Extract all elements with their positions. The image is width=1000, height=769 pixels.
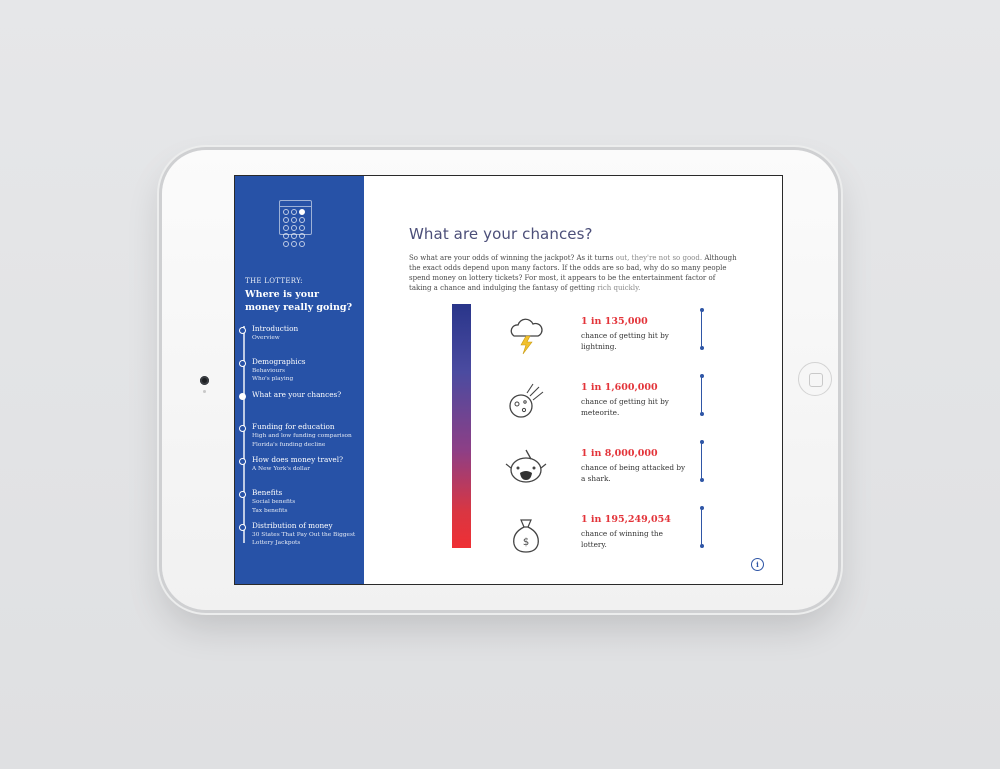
svg-text:$: $	[523, 537, 529, 548]
paragraph-text-muted: rich quickly.	[597, 284, 641, 292]
odds-row-lottery[interactable]: $ 1 in 195,249,054 chance of winning the…	[504, 506, 744, 567]
nav-subitem[interactable]: Who's playing	[252, 375, 293, 383]
nav-label: Funding for education	[252, 422, 335, 431]
light-sensor	[203, 390, 206, 393]
odds-description: chance of being attacked by a shark.	[581, 463, 686, 483]
nav-label: Distribution of money	[252, 521, 333, 530]
timeline-node-active	[239, 393, 246, 400]
paragraph-text-muted: out, they're not so good.	[615, 254, 703, 262]
home-button[interactable]	[798, 362, 832, 396]
odds-indicator	[699, 308, 704, 350]
nav-subitem[interactable]: Florida's funding decline	[252, 441, 325, 449]
timeline-node	[239, 491, 246, 498]
nav-subitem[interactable]: Behaviours	[252, 367, 285, 375]
meteorite-icon	[509, 383, 544, 418]
camera-icon	[200, 376, 209, 385]
nav-subitem[interactable]: Tax benefits	[252, 507, 287, 515]
odds-number: 1 in 8,000,000	[581, 448, 658, 459]
nav-subitem[interactable]: A New York's dollar	[252, 465, 310, 473]
odds-description: chance of getting hit by meteorite.	[581, 397, 669, 417]
nav-label: How does money travel?	[252, 455, 343, 464]
odds-number: 1 in 135,000	[581, 316, 648, 327]
timeline-node	[239, 327, 246, 334]
odds-description: chance of getting hit by lightning.	[581, 331, 669, 351]
section-kicker: THE LOTTERY:	[245, 277, 303, 285]
info-icon[interactable]: i	[751, 558, 764, 571]
intro-paragraph: So what are your odds of winning the jac…	[409, 253, 739, 293]
odds-description: chance of winning the lottery.	[581, 529, 663, 549]
nav-label: Introduction	[252, 324, 299, 333]
timeline-node	[239, 425, 246, 432]
nav-subitem[interactable]: High and low funding comparison	[252, 432, 352, 440]
scale-label-less-likely: Less Likely	[446, 418, 453, 452]
nav-label: Demographics	[252, 357, 306, 366]
timeline-line	[243, 326, 245, 543]
paragraph-text: So what are your odds of winning the jac…	[409, 254, 616, 262]
timeline-node	[239, 458, 246, 465]
nav-subitem[interactable]: 30 States That Pay Out the Biggest	[252, 531, 355, 539]
odds-row-shark[interactable]: 1 in 8,000,000 chance of being attacked …	[504, 440, 744, 501]
nav-subitem[interactable]: Overview	[252, 334, 280, 342]
money-bag-icon: $	[513, 519, 539, 553]
calendar-icon	[279, 200, 312, 247]
odds-row-meteorite[interactable]: 1 in 1,600,000 chance of getting hit by …	[504, 374, 744, 435]
timeline-node	[239, 524, 246, 531]
odds-row-lightning[interactable]: 1 in 135,000 chance of getting hit by li…	[504, 308, 744, 369]
nav-label: What are your chances?	[252, 390, 342, 399]
page-title: What are your chances?	[409, 225, 593, 243]
odds-indicator	[699, 440, 704, 482]
odds-number: 1 in 1,600,000	[581, 382, 658, 393]
odds-number: 1 in 195,249,054	[581, 514, 671, 525]
odds-indicator	[699, 374, 704, 416]
section-title: Where is your money really going?	[245, 289, 353, 313]
sidebar: THE LOTTERY: Where is your money really …	[235, 176, 364, 584]
scale-label-more-likely: More Likely	[446, 323, 453, 359]
scale-label-nearly-impossible: Nearly Impossible	[446, 492, 453, 546]
nav-label: Benefits	[252, 488, 283, 497]
likelihood-scale: More Likely Less Likely Nearly Impossibl…	[446, 304, 471, 548]
main-content: What are your chances? So what are your …	[364, 176, 782, 584]
tablet-frame: THE LOTTERY: Where is your money really …	[162, 150, 838, 610]
nav-subitem[interactable]: Lottery Jackpots	[252, 539, 300, 547]
odds-indicator	[699, 506, 704, 548]
timeline-node	[239, 360, 246, 367]
lightning-cloud-icon	[510, 318, 543, 355]
nav-subitem[interactable]: Social benefits	[252, 498, 295, 506]
shark-icon	[505, 449, 547, 483]
app-screen: THE LOTTERY: Where is your money really …	[235, 176, 782, 584]
